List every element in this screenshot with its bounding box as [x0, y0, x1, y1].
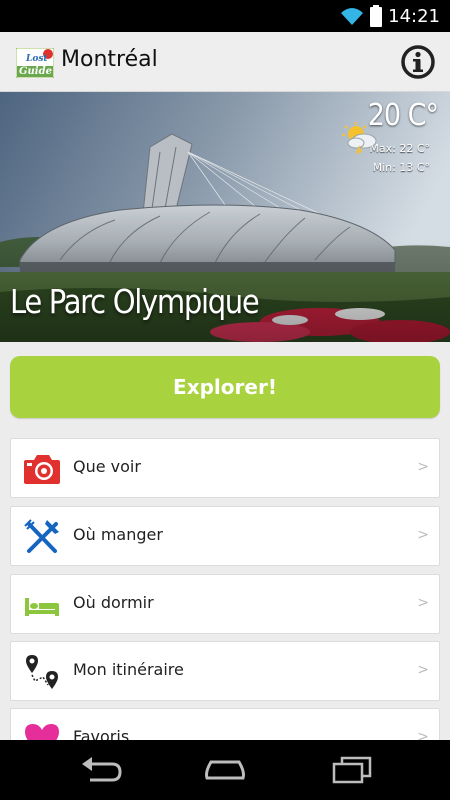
app-title: Montréal: [61, 47, 158, 72]
back-icon[interactable]: [76, 754, 124, 786]
menu-item-ou-manger[interactable]: Où manger >: [10, 506, 440, 566]
logo-text-top: Lost: [25, 54, 48, 64]
home-icon[interactable]: [201, 754, 249, 786]
menu-item-label: Que voir: [73, 457, 141, 476]
status-bar: 14:21: [0, 0, 450, 32]
bed-icon: [25, 598, 59, 616]
weather-temperature: 20 C°: [367, 98, 439, 133]
menu-item-mon-itineraire[interactable]: Mon itinéraire >: [10, 641, 440, 701]
logo-text-bottom: Guide: [19, 66, 52, 77]
chevron-right-icon: >: [417, 595, 429, 611]
action-bar: Lost Guide Montréal: [0, 32, 450, 92]
battery-icon: [370, 5, 383, 27]
navigation-bar: [0, 740, 450, 800]
info-button[interactable]: [400, 44, 436, 80]
chevron-right-icon: >: [417, 459, 429, 475]
menu-item-ou-dormir[interactable]: Où dormir >: [10, 574, 440, 634]
recent-apps-icon[interactable]: [328, 754, 376, 786]
status-time: 14:21: [388, 5, 440, 27]
fork-knife-icon: [24, 519, 59, 553]
weather-min: Min: 13 C°: [372, 161, 430, 174]
camera-icon: [24, 455, 60, 484]
weather-max: Max: 22 C°: [369, 142, 430, 155]
wifi-icon: [341, 8, 364, 25]
chevron-right-icon: >: [417, 662, 429, 678]
menu-item-label: Mon itinéraire: [73, 660, 184, 679]
hero-banner[interactable]: 20 C° Max: 22 C° Min: 13 C° Le Parc Olym…: [0, 92, 450, 342]
chevron-right-icon: >: [417, 527, 429, 543]
menu-item-label: Où dormir: [73, 593, 154, 612]
menu-item-label: Où manger: [73, 525, 163, 544]
hero-title: Le Parc Olympique: [10, 282, 260, 321]
route-icon: [26, 655, 58, 689]
app-logo: Lost Guide: [16, 48, 54, 78]
explore-button[interactable]: Explorer!: [10, 356, 440, 418]
menu-item-que-voir[interactable]: Que voir >: [10, 438, 440, 498]
